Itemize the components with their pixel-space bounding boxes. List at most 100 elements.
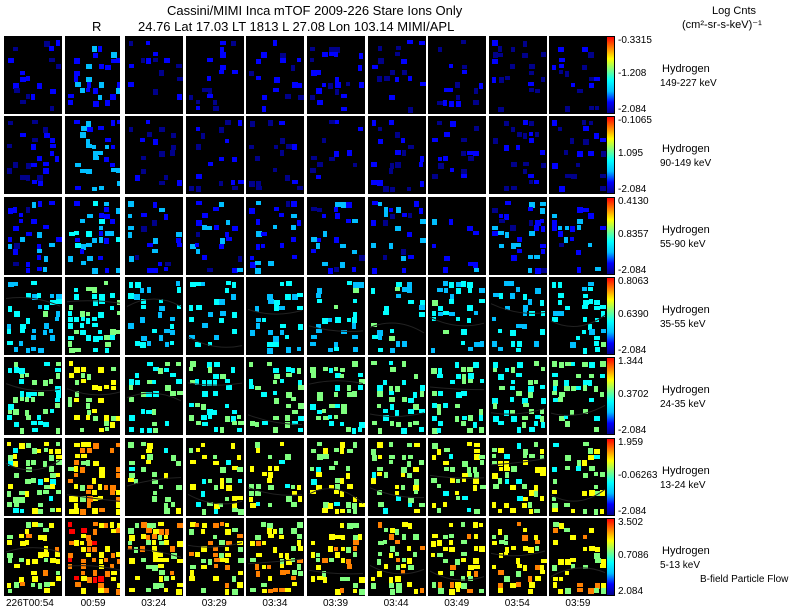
heatmap-cell [503, 410, 509, 417]
heatmap-cell [159, 484, 164, 489]
heatmap-cell [26, 94, 30, 99]
heatmap-panel [428, 36, 487, 114]
heatmap-cell [341, 409, 347, 415]
heatmap-cell [335, 212, 340, 219]
heatmap-cell [189, 569, 194, 576]
heatmap-cell [389, 367, 396, 373]
heatmap-cell [515, 391, 522, 397]
heatmap-cell [176, 379, 183, 385]
heatmap-cell [152, 522, 157, 528]
heatmap-cell [280, 281, 285, 286]
heatmap-cell [394, 528, 399, 535]
heatmap-cell [134, 293, 141, 300]
heatmap-cell [14, 281, 18, 286]
heatmap-panel [367, 116, 426, 195]
heatmap-cell [388, 361, 393, 366]
heatmap-cell [376, 180, 383, 187]
heatmap-cell [352, 266, 356, 272]
heatmap-cell [334, 266, 339, 272]
heatmap-cell [110, 367, 116, 372]
heatmap-cell [316, 557, 320, 562]
heatmap-cell [540, 398, 546, 405]
heatmap-cell [32, 507, 38, 514]
heatmap-cell [231, 225, 238, 231]
heatmap-cell [323, 230, 327, 237]
heatmap-cell [437, 374, 444, 379]
heatmap-panel [185, 276, 244, 355]
heatmap-cell [141, 409, 146, 415]
heatmap-cell [462, 65, 468, 69]
heatmap-cell [552, 219, 558, 225]
heatmap-cell [86, 495, 93, 502]
heatmap-cell [528, 230, 535, 236]
heatmap-cell [103, 557, 108, 562]
heatmap-cell [382, 380, 387, 386]
heatmap-cell [104, 347, 109, 353]
heatmap-cell [407, 76, 412, 81]
heatmap-cell [382, 310, 389, 315]
heatmap-cell [218, 317, 224, 323]
heatmap-cell [109, 563, 114, 568]
heatmap-cell [80, 575, 87, 581]
heatmap-cell [256, 501, 261, 506]
heatmap-cell [418, 162, 423, 168]
heatmap-cell [91, 546, 97, 552]
heatmap-cell [268, 502, 273, 507]
heatmap-cell [509, 397, 514, 403]
heatmap-cell [230, 293, 236, 300]
heatmap-cell [510, 545, 516, 550]
heatmap-cell [14, 563, 20, 568]
heatmap-cell [43, 127, 48, 134]
heatmap-panel [185, 437, 244, 516]
heatmap-cell [400, 138, 405, 144]
heatmap-cell [298, 545, 304, 551]
heatmap-panel [64, 276, 123, 355]
heatmap-cell [195, 200, 202, 205]
heatmap-cell [50, 507, 55, 512]
heatmap-cell [503, 145, 509, 152]
heatmap-cell [527, 501, 532, 508]
heatmap-cell [371, 120, 376, 127]
heatmap-cell [559, 362, 565, 369]
heatmap-cell [49, 58, 55, 62]
heatmap-panel [428, 357, 487, 436]
heatmap-cell [91, 409, 97, 414]
heatmap-cell [13, 507, 19, 513]
heatmap-cell [401, 361, 406, 368]
heatmap-cell [492, 403, 497, 410]
heatmap-cell [323, 453, 329, 459]
heatmap-cell [140, 545, 146, 552]
heatmap-cell [388, 120, 394, 126]
heatmap-cell [7, 490, 11, 497]
heatmap-cell [491, 230, 498, 236]
heatmap-cell [256, 552, 263, 557]
heatmap-cell [583, 546, 588, 551]
colorbar-max-label: 1.344 [618, 356, 644, 368]
heatmap-cell [419, 391, 424, 398]
heatmap-cell [86, 374, 91, 381]
heatmap-cell [455, 362, 460, 369]
heatmap-cell [176, 280, 181, 286]
heatmap-cell [249, 362, 254, 368]
heatmap-cell [8, 368, 12, 374]
heatmap-cell [176, 64, 183, 68]
heatmap-cell [406, 460, 411, 467]
heatmap-cell [455, 581, 462, 588]
heatmap-cell [444, 466, 450, 471]
heatmap-cell [128, 292, 135, 299]
heatmap-cell [570, 236, 575, 241]
heatmap-cell [79, 310, 85, 317]
heatmap-cell [56, 472, 60, 477]
heatmap-cell [395, 281, 402, 287]
heatmap-cell [13, 409, 19, 416]
heatmap-cell [382, 186, 389, 193]
heatmap-cell [534, 575, 541, 581]
heatmap-cell [522, 453, 527, 458]
heatmap-cell [206, 58, 213, 62]
heatmap-cell [589, 77, 595, 81]
heatmap-cell [7, 328, 11, 334]
heatmap-cell [170, 329, 176, 335]
heatmap-cell [43, 168, 49, 175]
heatmap-cell [218, 298, 225, 305]
heatmap-cell [279, 305, 286, 310]
